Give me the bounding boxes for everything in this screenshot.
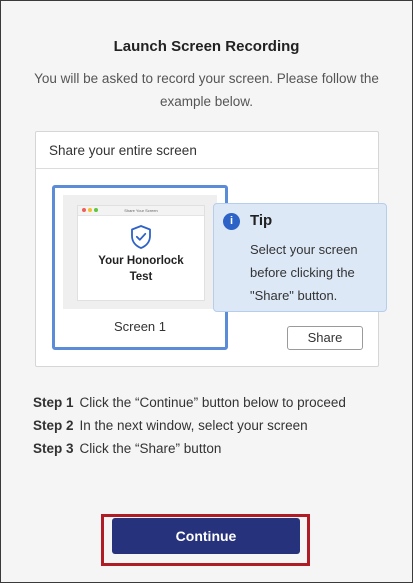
screen-preview: Share Your Screen Your Honorlock Test xyxy=(63,195,217,309)
preview-text-line1: Your Honorlock xyxy=(98,255,184,267)
step-item: Step 1 Click the “Continue” button below … xyxy=(33,391,346,414)
screen-recording-dialog: Launch Screen Recording You will be aske… xyxy=(0,0,413,583)
step-text: In the next window, select your screen xyxy=(79,418,308,433)
preview-window: Share Your Screen Your Honorlock Test xyxy=(77,205,205,301)
step-number: Step 3 xyxy=(33,441,74,456)
preview-window-titlebar: Share Your Screen xyxy=(78,206,204,216)
step-number: Step 1 xyxy=(33,395,74,410)
screen-label: Screen 1 xyxy=(113,319,167,334)
preview-window-title: Share Your Screen xyxy=(124,208,158,213)
example-card-header: Share your entire screen xyxy=(36,132,378,169)
steps-list: Step 1 Click the “Continue” button below … xyxy=(33,391,346,460)
continue-button[interactable]: Continue xyxy=(112,518,300,554)
step-text: Click the “Share” button xyxy=(79,441,222,456)
tip-body: Select your screen before clicking the "… xyxy=(250,242,358,303)
preview-text-line2: Test xyxy=(129,271,153,283)
screen-option-1: Share Your Screen Your Honorlock Test Sc… xyxy=(52,185,228,350)
tip-callout: i Tip Select your screen before clicking… xyxy=(213,203,387,312)
tip-title: Tip xyxy=(250,212,273,229)
share-button-example: Share xyxy=(287,326,363,350)
step-item: Step 3 Click the “Share” button xyxy=(33,437,346,460)
dialog-title: Launch Screen Recording xyxy=(113,38,300,55)
preview-text: Your Honorlock Test xyxy=(78,253,204,285)
dialog-subtitle: You will be asked to record your screen.… xyxy=(34,71,379,109)
info-icon: i xyxy=(223,213,240,230)
step-number: Step 2 xyxy=(33,418,74,433)
step-item: Step 2 In the next window, select your sc… xyxy=(33,414,346,437)
shield-check-icon xyxy=(131,225,151,249)
step-text: Click the “Continue” button below to pro… xyxy=(79,395,346,410)
